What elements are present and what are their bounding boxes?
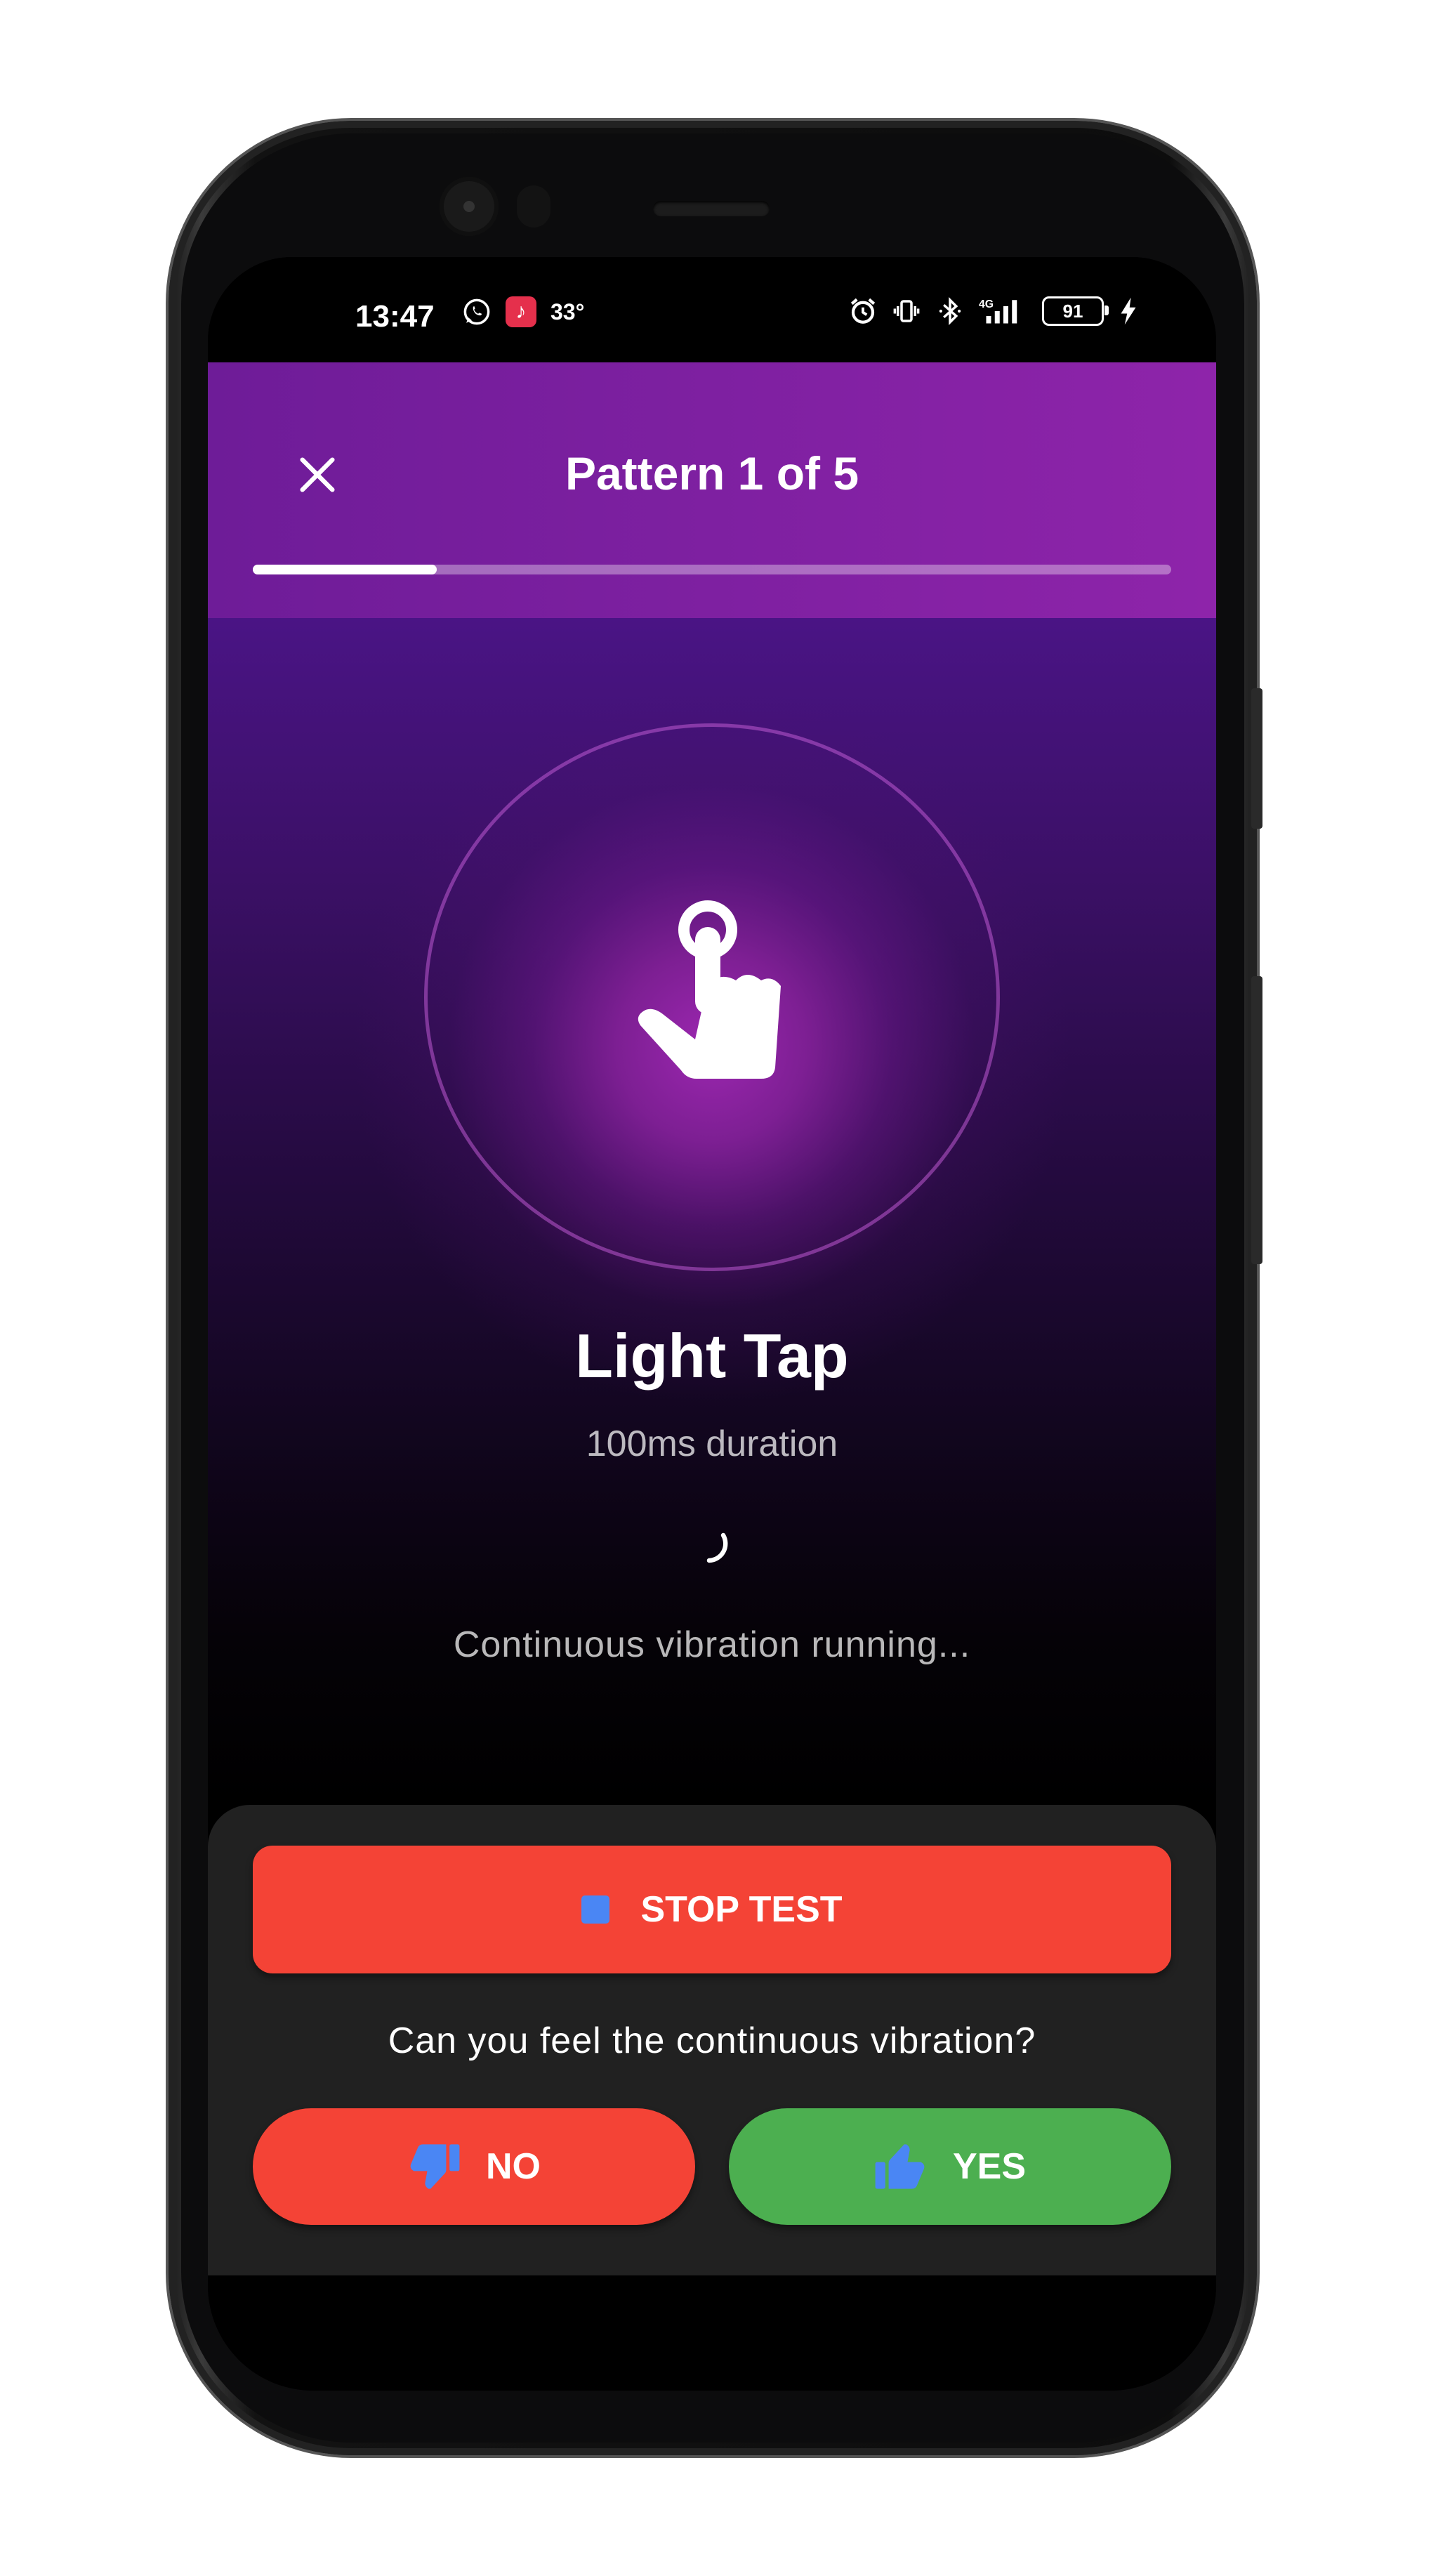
yes-label: YES <box>952 2146 1027 2187</box>
status-bar: 13:47 ♪ 33° 4G 91 <box>208 257 1216 362</box>
pattern-progress-fill <box>253 565 437 574</box>
tap-hand-icon <box>638 900 781 1079</box>
status-temperature: 33° <box>550 298 585 324</box>
app-bar: Pattern 1 of 5 <box>208 362 1216 618</box>
earpiece-speaker <box>653 201 770 216</box>
thumbs-down-icon <box>410 2144 460 2189</box>
no-button[interactable]: NO <box>253 2108 695 2225</box>
music-app-icon: ♪ <box>506 296 536 327</box>
whatsapp-icon <box>463 298 490 325</box>
vibrate-icon <box>893 300 920 322</box>
pattern-duration: 100ms duration <box>586 1424 838 1464</box>
screen: 13:47 ♪ 33° 4G 91 Pattern 1 of 5 Light T… <box>208 257 1216 2391</box>
volume-button <box>1251 976 1262 1264</box>
proximity-sensor <box>517 185 550 228</box>
pattern-progress-bar <box>253 565 1171 574</box>
loading-spinner-icon <box>706 1532 728 1563</box>
front-camera <box>440 177 499 236</box>
no-label: NO <box>486 2146 541 2187</box>
alarm-icon <box>850 298 876 324</box>
control-panel: STOP TEST Can you feel the continuous vi… <box>208 1805 1216 2275</box>
charging-icon <box>1121 297 1136 325</box>
thumbs-up-icon <box>875 2144 925 2189</box>
battery-icon: 91 <box>1042 296 1109 326</box>
yes-button[interactable]: YES <box>729 2108 1171 2225</box>
status-time: 13:47 <box>355 299 435 334</box>
power-button <box>1251 688 1262 829</box>
bluetooth-icon <box>939 297 961 325</box>
pattern-display: Light Tap 100ms duration Continuous vibr… <box>208 618 1216 1805</box>
page-title: Pattern 1 of 5 <box>565 447 859 499</box>
stop-icon <box>581 1895 610 1924</box>
navigation-bar <box>208 2275 1216 2391</box>
4g-signal-icon: 4G <box>979 298 1017 324</box>
pattern-name: Light Tap <box>575 1321 849 1391</box>
stop-test-button[interactable]: STOP TEST <box>253 1846 1171 1973</box>
stop-test-label: STOP TEST <box>640 1889 843 1930</box>
feedback-question: Can you feel the continuous vibration? <box>388 2020 1036 2061</box>
vibration-status: Continuous vibration running... <box>453 1624 971 1665</box>
svg-text:4G: 4G <box>979 298 994 310</box>
